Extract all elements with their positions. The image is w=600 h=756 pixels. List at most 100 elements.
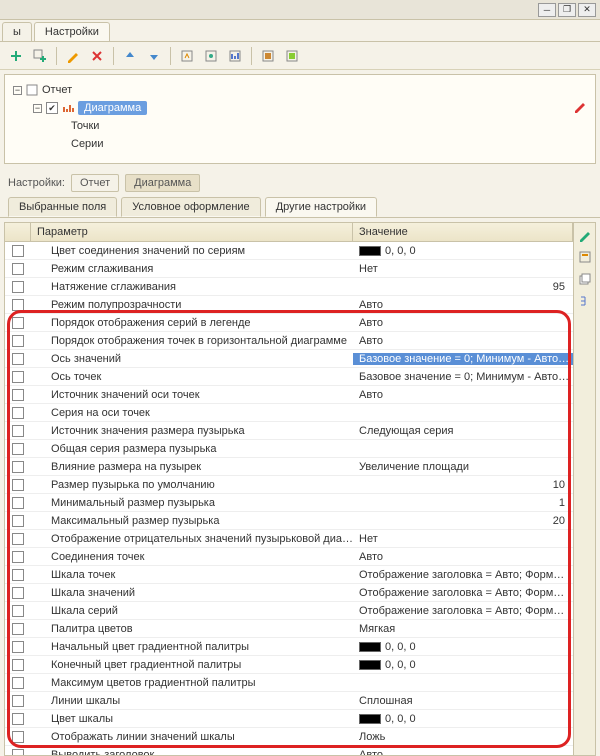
- minimize-button[interactable]: ─: [538, 3, 556, 17]
- row-checkbox[interactable]: [12, 371, 24, 383]
- row-checkbox[interactable]: [12, 389, 24, 401]
- row-checkbox[interactable]: [12, 281, 24, 293]
- value-cell[interactable]: Ложь: [353, 731, 573, 743]
- tab-truncated[interactable]: ы: [2, 22, 32, 41]
- table-row[interactable]: Шкала серийОтображение заголовка = Авто;…: [5, 602, 573, 620]
- tab-conditional-format[interactable]: Условное оформление: [121, 197, 260, 217]
- row-checkbox[interactable]: [12, 677, 24, 689]
- column-header-param[interactable]: Параметр: [31, 223, 353, 241]
- value-cell[interactable]: Авто: [353, 335, 573, 347]
- table-row[interactable]: Минимальный размер пузырька1: [5, 494, 573, 512]
- value-cell[interactable]: 10: [353, 479, 573, 491]
- value-cell[interactable]: Нет: [353, 263, 573, 275]
- column-header-check[interactable]: [5, 223, 31, 241]
- side-props-icon[interactable]: [577, 249, 593, 265]
- value-cell[interactable]: Авто: [353, 389, 573, 401]
- value-cell[interactable]: 0, 0, 0: [353, 659, 573, 671]
- table-row[interactable]: Источник значения размера пузырькаСледую…: [5, 422, 573, 440]
- crumb-chart[interactable]: Диаграмма: [125, 174, 200, 192]
- row-checkbox[interactable]: [12, 695, 24, 707]
- table-row[interactable]: Натяжение сглаживания95: [5, 278, 573, 296]
- row-checkbox[interactable]: [12, 425, 24, 437]
- row-checkbox[interactable]: [12, 461, 24, 473]
- row-checkbox[interactable]: [12, 713, 24, 725]
- row-checkbox[interactable]: [12, 533, 24, 545]
- row-checkbox[interactable]: [12, 551, 24, 563]
- table-row[interactable]: Общая серия размера пузырька: [5, 440, 573, 458]
- row-checkbox[interactable]: [12, 641, 24, 653]
- move-up-icon[interactable]: [120, 46, 140, 66]
- row-checkbox[interactable]: [12, 749, 24, 756]
- value-cell[interactable]: Следующая серия: [353, 425, 573, 437]
- table-row[interactable]: Источник значений оси точекАвто: [5, 386, 573, 404]
- row-checkbox[interactable]: [12, 659, 24, 671]
- edit-icon[interactable]: [63, 46, 83, 66]
- value-cell[interactable]: 0, 0, 0: [353, 641, 573, 653]
- column-header-value[interactable]: Значение: [353, 223, 573, 241]
- tab-other-settings[interactable]: Другие настройки: [265, 197, 377, 217]
- table-row[interactable]: Шкала точекОтображение заголовка = Авто;…: [5, 566, 573, 584]
- table-row[interactable]: Отображение отрицательных значений пузыр…: [5, 530, 573, 548]
- value-cell[interactable]: 1: [353, 497, 573, 509]
- row-checkbox[interactable]: [12, 731, 24, 743]
- row-checkbox[interactable]: [12, 443, 24, 455]
- value-cell[interactable]: Отображение заголовка = Авто; Форм…: [353, 587, 573, 599]
- row-checkbox[interactable]: [12, 245, 24, 257]
- collapse-icon[interactable]: −: [33, 104, 42, 113]
- table-row[interactable]: Выводить заголовокАвто: [5, 746, 573, 755]
- value-cell[interactable]: Отображение заголовка = Авто; Форм…: [353, 605, 573, 617]
- tab-settings-main[interactable]: Настройки: [34, 22, 110, 41]
- grid-body[interactable]: Цвет соединения значений по сериям0, 0, …: [5, 242, 573, 755]
- row-checkbox[interactable]: [12, 317, 24, 329]
- row-checkbox[interactable]: [12, 623, 24, 635]
- value-cell[interactable]: Авто: [353, 749, 573, 756]
- structure-tree[interactable]: − Отчет − Диаграмма Точки Серии: [4, 74, 596, 164]
- table-row[interactable]: Ось значенийБазовое значение = 0; Миниму…: [5, 350, 573, 368]
- tree-checkbox[interactable]: [46, 102, 58, 114]
- value-cell[interactable]: Увеличение площади: [353, 461, 573, 473]
- value-cell[interactable]: 20: [353, 515, 573, 527]
- table-row[interactable]: Соединения точекАвто: [5, 548, 573, 566]
- row-checkbox[interactable]: [12, 497, 24, 509]
- table-row[interactable]: Конечный цвет градиентной палитры0, 0, 0: [5, 656, 573, 674]
- crumb-report[interactable]: Отчет: [71, 174, 119, 192]
- table-row[interactable]: Порядок отображения точек в горизонтальн…: [5, 332, 573, 350]
- table-row[interactable]: Режим полупрозрачностиАвто: [5, 296, 573, 314]
- maximize-button[interactable]: ❐: [558, 3, 576, 17]
- add-sub-icon[interactable]: [30, 46, 50, 66]
- delete-icon[interactable]: [87, 46, 107, 66]
- move-down-icon[interactable]: [144, 46, 164, 66]
- tree-row-points[interactable]: Точки: [13, 117, 587, 135]
- side-edit-icon[interactable]: [577, 227, 593, 243]
- side-tree-icon[interactable]: [577, 293, 593, 309]
- tool5-icon[interactable]: [282, 46, 302, 66]
- tree-row-root[interactable]: − Отчет: [13, 81, 587, 99]
- tool2-icon[interactable]: [201, 46, 221, 66]
- value-cell[interactable]: Отображение заголовка = Авто; Форм…: [353, 569, 573, 581]
- table-row[interactable]: Начальный цвет градиентной палитры0, 0, …: [5, 638, 573, 656]
- side-copy-icon[interactable]: [577, 271, 593, 287]
- row-checkbox[interactable]: [12, 605, 24, 617]
- value-cell[interactable]: 0, 0, 0: [353, 713, 573, 725]
- settings-grid[interactable]: Параметр Значение Цвет соединения значен…: [5, 223, 573, 755]
- value-cell[interactable]: Базовое значение = 0; Минимум - Авто…: [353, 371, 573, 383]
- tool4-icon[interactable]: [258, 46, 278, 66]
- value-cell[interactable]: Авто: [353, 551, 573, 563]
- table-row[interactable]: Максимальный размер пузырька20: [5, 512, 573, 530]
- value-cell[interactable]: 95: [353, 281, 573, 293]
- table-row[interactable]: Размер пузырька по умолчанию10: [5, 476, 573, 494]
- row-checkbox[interactable]: [12, 335, 24, 347]
- row-checkbox[interactable]: [12, 587, 24, 599]
- value-cell[interactable]: Мягкая: [353, 623, 573, 635]
- tool3-icon[interactable]: [225, 46, 245, 66]
- value-cell[interactable]: Авто: [353, 299, 573, 311]
- tool1-icon[interactable]: [177, 46, 197, 66]
- row-checkbox[interactable]: [12, 299, 24, 311]
- row-checkbox[interactable]: [12, 263, 24, 275]
- value-cell[interactable]: Сплошная: [353, 695, 573, 707]
- table-row[interactable]: Палитра цветовМягкая: [5, 620, 573, 638]
- table-row[interactable]: Цвет соединения значений по сериям0, 0, …: [5, 242, 573, 260]
- table-row[interactable]: Линии шкалыСплошная: [5, 692, 573, 710]
- row-checkbox[interactable]: [12, 353, 24, 365]
- value-cell[interactable]: 0, 0, 0: [353, 245, 573, 257]
